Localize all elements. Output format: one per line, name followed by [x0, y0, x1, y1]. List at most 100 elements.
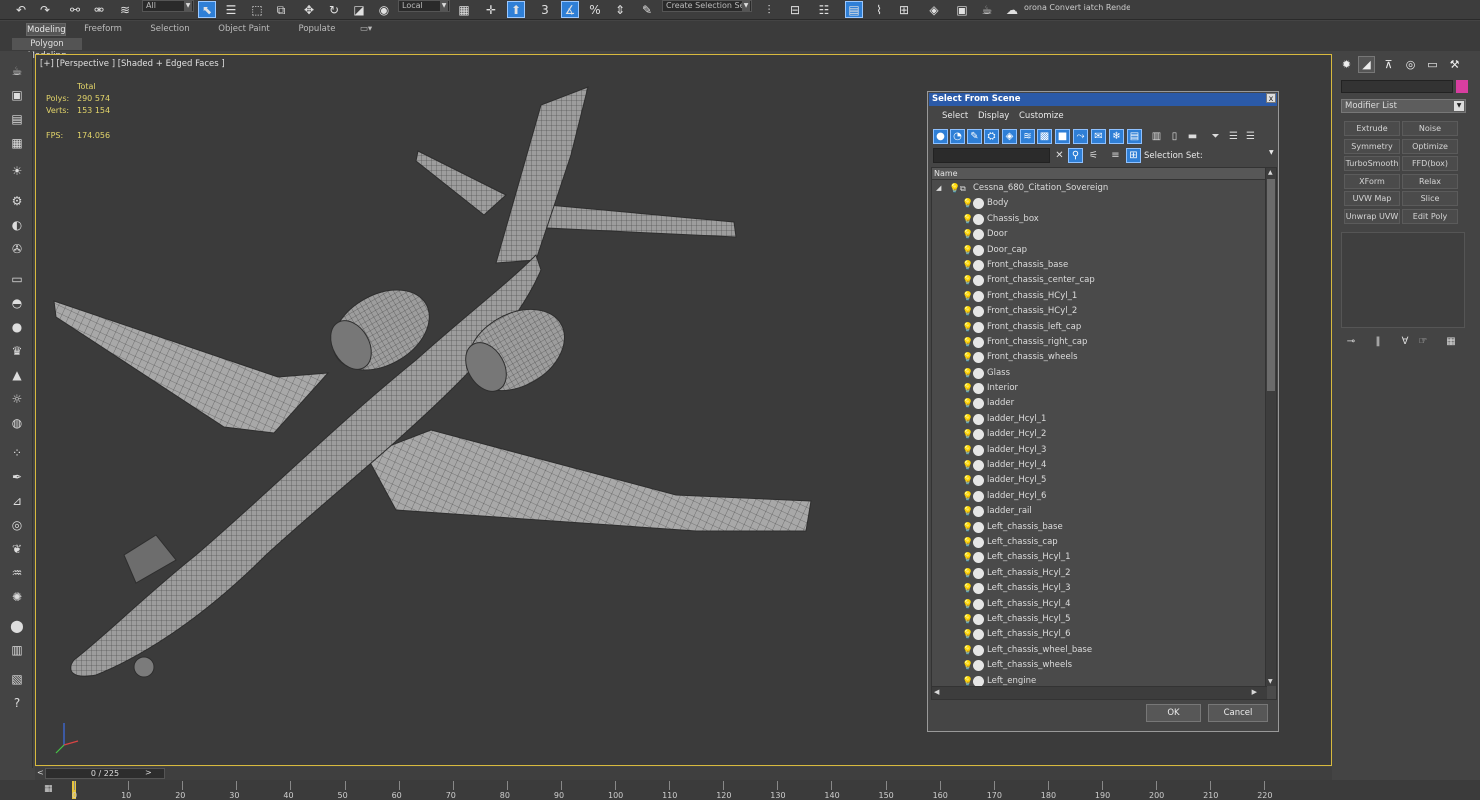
- list-item[interactable]: 💡 Front_chassis_left_cap: [932, 320, 1265, 335]
- material-sphere-icon[interactable]: ⬤: [8, 617, 26, 634]
- modifier-button-symmetry[interactable]: Symmetry: [1344, 138, 1400, 154]
- menu-display[interactable]: Display: [978, 111, 1009, 121]
- mirror-icon[interactable]: ⫶: [760, 1, 778, 18]
- light-bulb-icon[interactable]: 💡: [962, 675, 973, 687]
- grass-icon[interactable]: ❦: [8, 540, 26, 557]
- select-invert-icon[interactable]: ▬: [1185, 129, 1200, 144]
- tab-selection[interactable]: Selection: [146, 23, 194, 36]
- named-selection-sets-dropdown[interactable]: Create Selection Se ▼: [662, 0, 752, 12]
- light-bulb-icon[interactable]: 💡: [962, 613, 973, 628]
- list-item[interactable]: 💡 ladder_Hcyl_2: [932, 427, 1265, 442]
- visibility-icon[interactable]: [973, 660, 984, 672]
- reference-coordinate-dropdown[interactable]: Local ▼: [398, 0, 450, 12]
- display-frozen-icon[interactable]: ❄: [1109, 129, 1124, 144]
- list-item[interactable]: 💡 Left_chassis_Hcyl_4: [932, 597, 1265, 612]
- visibility-icon[interactable]: [973, 352, 984, 364]
- column-header-name[interactable]: Name: [932, 168, 1267, 180]
- list-item[interactable]: 💡 Left_chassis_Hcyl_5: [932, 612, 1265, 627]
- pin-stack-icon[interactable]: ⊸: [1344, 334, 1358, 348]
- light-bulb-icon[interactable]: 💡: [962, 305, 973, 320]
- horizontal-scrollbar[interactable]: ◀ ▶: [932, 686, 1267, 699]
- unlink-icon[interactable]: ⚮: [90, 1, 108, 18]
- make-unique-icon[interactable]: ∀: [1398, 334, 1412, 348]
- visibility-icon[interactable]: [973, 567, 984, 579]
- list-item[interactable]: 💡 Front_chassis_right_cap: [932, 335, 1265, 350]
- utilities-tab-icon[interactable]: ⚒: [1446, 56, 1463, 73]
- sun-icon[interactable]: ☼: [8, 390, 26, 407]
- light-bulb-icon[interactable]: 💡: [962, 659, 973, 674]
- list-item[interactable]: 💡 Left_chassis_Hcyl_2: [932, 566, 1265, 581]
- visibility-icon[interactable]: [973, 321, 984, 333]
- list-item[interactable]: 💡 Door_cap: [932, 243, 1265, 258]
- visibility-icon[interactable]: [973, 644, 984, 656]
- chevron-down-icon[interactable]: ▼: [1269, 149, 1274, 156]
- select-all-icon[interactable]: ▥: [1149, 129, 1164, 144]
- visibility-icon[interactable]: [973, 198, 984, 210]
- modifier-button-noise[interactable]: Noise: [1402, 121, 1458, 136]
- light-bulb-icon[interactable]: 💡: [962, 551, 973, 566]
- window-crossing-icon[interactable]: ⧉: [272, 1, 290, 18]
- tab-object-paint[interactable]: Object Paint: [214, 23, 274, 36]
- schematic-view-icon[interactable]: ⊞: [895, 1, 913, 18]
- visibility-icon[interactable]: [973, 259, 984, 271]
- select-by-name-icon[interactable]: ☰: [222, 1, 240, 18]
- display-shapes-icon[interactable]: ◔: [950, 129, 965, 144]
- hierarchy-tab-icon[interactable]: ⊼: [1380, 56, 1397, 73]
- menu-select[interactable]: Select: [942, 111, 968, 121]
- align-icon[interactable]: ⊟: [786, 1, 804, 18]
- scroll-down-icon[interactable]: ▼: [1268, 678, 1273, 685]
- light-bulb-icon[interactable]: 💡: [962, 274, 973, 289]
- reel-icon[interactable]: ✇: [8, 240, 26, 257]
- light-bulb-icon[interactable]: 💡: [962, 244, 973, 259]
- track-bar[interactable]: ▦ 0 10 20 30 40 50 60 70 80 90 100 110 120 130 140 150 1…: [0, 780, 1480, 800]
- expand-arrow-icon[interactable]: ◢: [936, 181, 941, 196]
- list-item[interactable]: 💡 Front_chassis_center_cap: [932, 273, 1265, 288]
- light-icon[interactable]: ☀: [8, 162, 26, 179]
- particles-icon[interactable]: ⁘: [8, 444, 26, 461]
- edit-named-selection-icon[interactable]: ✎: [638, 1, 656, 18]
- list-item[interactable]: 💡 Front_chassis_HCyl_2: [932, 304, 1265, 319]
- visibility-icon[interactable]: [973, 290, 984, 302]
- modifier-button-turbosmooth[interactable]: TurboSmooth: [1344, 156, 1400, 171]
- visibility-icon[interactable]: [973, 444, 984, 456]
- visibility-icon[interactable]: [973, 629, 984, 641]
- modifier-button-uvw-map[interactable]: UVW Map: [1344, 191, 1400, 206]
- visibility-icon[interactable]: [973, 536, 984, 548]
- notes-icon[interactable]: ▤: [8, 110, 26, 127]
- light-bulb-icon[interactable]: 💡: [962, 474, 973, 489]
- display-hidden-icon[interactable]: ▤: [1127, 129, 1142, 144]
- motion-tab-icon[interactable]: ◎: [1402, 56, 1419, 73]
- script-icon[interactable]: ▧: [8, 670, 26, 687]
- light-bulb-icon[interactable]: 💡: [962, 536, 973, 551]
- show-end-result-icon[interactable]: ‖: [1371, 334, 1385, 348]
- calendar-icon[interactable]: ▥: [8, 641, 26, 658]
- modifier-button-extrude[interactable]: Extrude: [1344, 121, 1400, 136]
- display-lights-icon[interactable]: ✎: [967, 129, 982, 144]
- filter-icon[interactable]: ⏷: [1208, 129, 1223, 144]
- rectangular-selection-icon[interactable]: ⬚: [248, 1, 266, 18]
- display-groups-icon[interactable]: ▩: [1037, 129, 1052, 144]
- teapot-icon[interactable]: ☕: [8, 62, 26, 79]
- move-icon[interactable]: ✥: [300, 1, 318, 18]
- object-name-input[interactable]: [1341, 80, 1453, 93]
- tab-modeling[interactable]: Modeling: [26, 23, 66, 36]
- list-item[interactable]: 💡 ladder_Hcyl_6: [932, 489, 1265, 504]
- list-item-root[interactable]: ◢ 💡 ⧉ Cessna_680_Citation_Sovereign: [932, 181, 1265, 196]
- search-input[interactable]: [933, 148, 1050, 163]
- render-icon[interactable]: ▣: [8, 86, 26, 103]
- visibility-icon[interactable]: [973, 306, 984, 318]
- light-bulb-icon[interactable]: 💡: [962, 290, 973, 305]
- track-options-icon[interactable]: ▦: [44, 784, 53, 794]
- find-case-icon[interactable]: ⚲: [1068, 148, 1083, 163]
- light-bulb-icon[interactable]: 💡: [962, 336, 973, 351]
- grid-icon[interactable]: ▦: [8, 134, 26, 151]
- visibility-icon[interactable]: [973, 383, 984, 395]
- light-bulb-icon[interactable]: 💡: [962, 567, 973, 582]
- list-item[interactable]: 💡 Left_chassis_wheel_base: [932, 643, 1265, 658]
- display-helpers-icon[interactable]: ◈: [1002, 129, 1017, 144]
- render-toolbar-label[interactable]: orona Convert iatch Render...: [1024, 3, 1130, 16]
- globe-icon[interactable]: ◎: [8, 516, 26, 533]
- selection-filter-dropdown[interactable]: All ▼: [142, 0, 194, 12]
- modifier-button-slice[interactable]: Slice: [1402, 191, 1458, 206]
- color-clipboard-icon[interactable]: ◐: [8, 216, 26, 233]
